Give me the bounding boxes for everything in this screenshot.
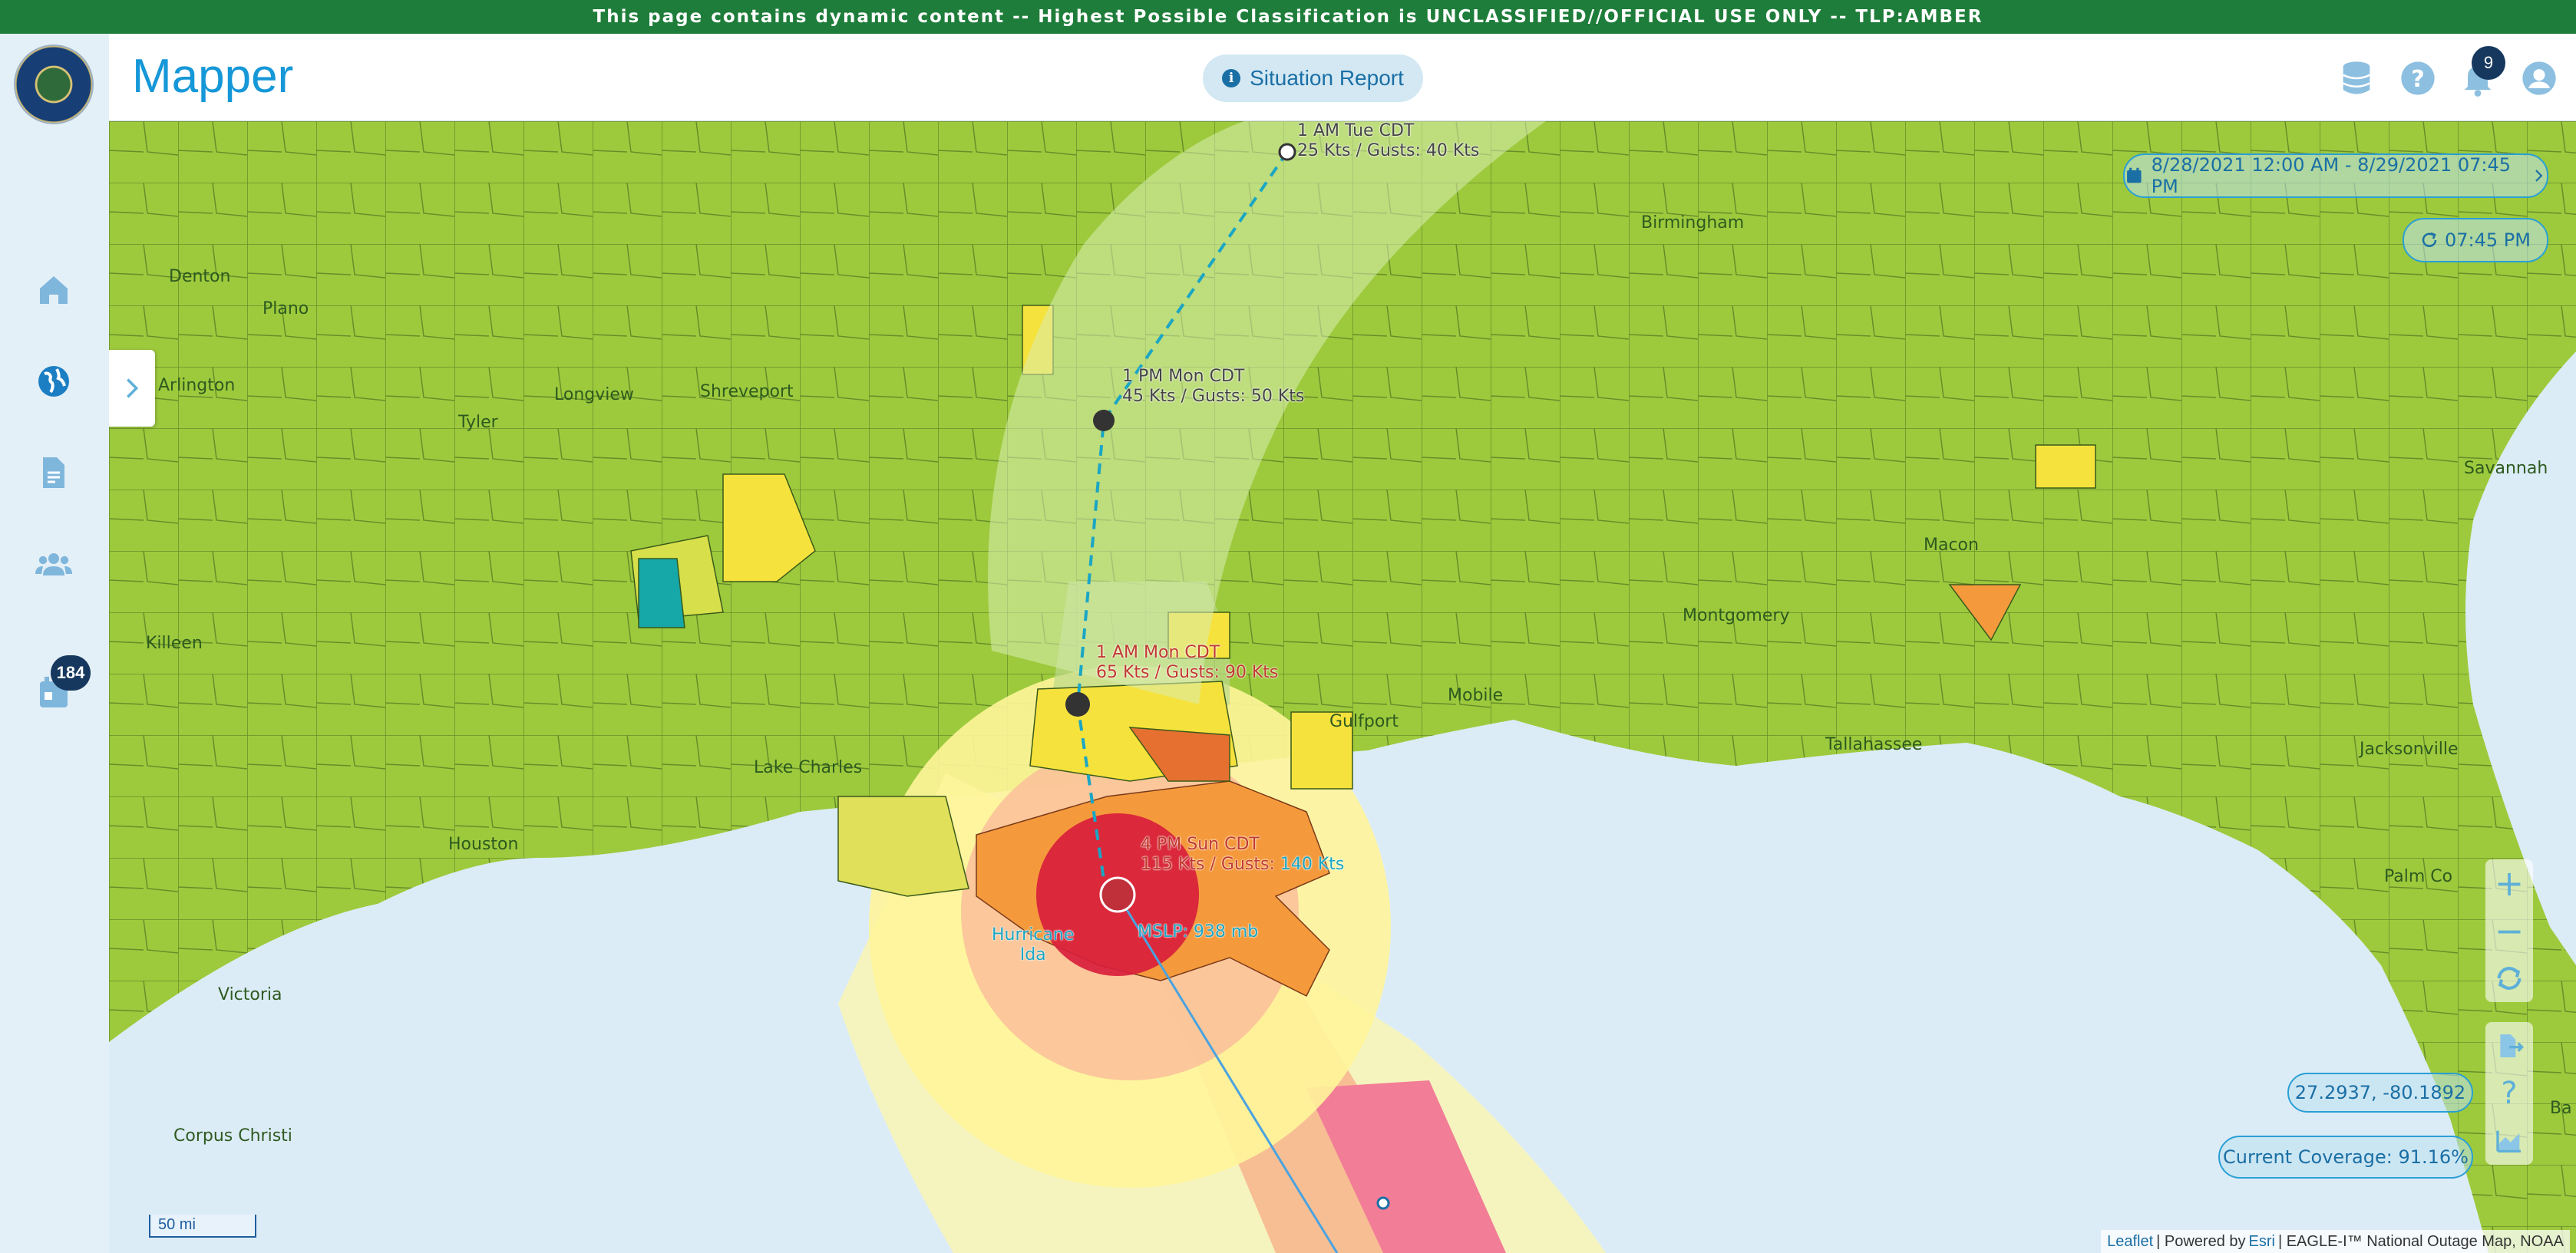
app-title: Mapper: [132, 50, 294, 103]
track-wind-part2: 140 Kts: [1280, 855, 1345, 874]
classification-banner: This page contains dynamic content -- Hi…: [0, 0, 2576, 34]
outage-yellow-cell-7: [837, 796, 969, 897]
date-range-text: 8/28/2021 12:00 AM - 8/29/2021 07:45 PM: [2151, 154, 2512, 197]
chevron-right-icon: [2535, 170, 2543, 182]
outage-teal-cell: [638, 558, 685, 628]
track-time: 1 AM Tue CDT: [1297, 121, 1415, 140]
situation-report-label: Situation Report: [1250, 66, 1404, 90]
zoom-out-button[interactable]: −: [2485, 907, 2533, 955]
info-icon: i: [1222, 69, 1241, 87]
calendar-icon: [2127, 167, 2142, 183]
place-label: Houston: [448, 835, 519, 854]
scale-label: 50 mi: [158, 1216, 196, 1233]
calendar-count-badge: 184: [51, 655, 91, 691]
refresh-time-button[interactable]: 07:45 PM: [2403, 218, 2548, 262]
place-label: Shreveport: [700, 382, 794, 401]
chart-button[interactable]: [2485, 1117, 2533, 1165]
coverage-text: Current Coverage: 91.16%: [2223, 1146, 2469, 1168]
place-label: Longview: [554, 385, 634, 404]
document-icon[interactable]: [32, 451, 75, 494]
place-label: Tallahassee: [1825, 735, 1923, 754]
leaflet-link[interactable]: Leaflet: [2107, 1233, 2153, 1251]
place-label: Mobile: [1448, 686, 1504, 705]
map-scale-bar: 50 mi: [149, 1215, 256, 1238]
classification-text: This page contains dynamic content -- Hi…: [593, 7, 1983, 27]
track-time: 1 AM Mon CDT: [1096, 643, 1220, 662]
refresh-icon: [2422, 232, 2437, 247]
area-chart-icon: [2496, 1130, 2521, 1152]
place-label: Killeen: [146, 634, 203, 653]
situation-report-button[interactable]: i Situation Report: [1203, 54, 1423, 102]
doe-seal-logo: [15, 46, 92, 123]
track-label-4: 4 PM Sun CDT 115 Kts / Gusts: 140 Kts: [1141, 835, 1344, 875]
user-account-icon[interactable]: [2519, 58, 2559, 98]
svg-text:?: ?: [2411, 66, 2425, 93]
track-wind-part1: 115 Kts / Gusts:: [1141, 855, 1275, 874]
outage-map[interactable]: Denton Plano Arlington Tyler Shreveport …: [109, 121, 2576, 1253]
place-label: Ba: [2550, 1099, 2572, 1118]
attribution-sources: | EAGLE-I™ National Outage Map, NOAA: [2277, 1232, 2564, 1250]
track-wind: 25 Kts / Gusts: 40 Kts: [1297, 141, 1480, 160]
place-label: Denton: [169, 267, 231, 286]
globe-icon[interactable]: [32, 360, 75, 403]
hurricane-name-label: Hurricane Ida: [992, 925, 1074, 965]
zoom-in-button[interactable]: +: [2485, 859, 2533, 907]
refresh-time-text: 07:45 PM: [2445, 229, 2531, 251]
track-time: 4 PM Sun CDT: [1141, 835, 1260, 854]
notification-count-badge: 9: [2472, 46, 2505, 80]
zoom-controls: + −: [2485, 859, 2533, 1002]
coordinates-text: 27.2937, -80.1892: [2294, 1082, 2466, 1103]
hurricane-name-line1: Hurricane: [992, 925, 1075, 945]
cursor-coordinates: 27.2937, -80.1892: [2287, 1073, 2473, 1113]
coverage-indicator: Current Coverage: 91.16%: [2218, 1136, 2473, 1179]
map-canvas[interactable]: [109, 121, 2576, 1253]
date-range-picker[interactable]: 8/28/2021 12:00 AM - 8/29/2021 07:45 PM: [2123, 153, 2548, 198]
people-icon[interactable]: [32, 542, 75, 585]
expand-panel-button[interactable]: [109, 350, 155, 427]
place-label: Gulfport: [1329, 712, 1399, 731]
app-header: Mapper i Situation Report ? 9: [109, 34, 2576, 121]
place-label: Arlington: [158, 376, 236, 395]
place-label: Plano: [263, 299, 309, 318]
track-marker-2: [1093, 410, 1115, 431]
track-wind: 65 Kts / Gusts: 90 Kts: [1096, 663, 1279, 682]
place-label: Macon: [1924, 536, 1979, 555]
place-label: Savannah: [2464, 459, 2548, 478]
export-button[interactable]: [2485, 1022, 2533, 1070]
map-tool-controls: ?: [2485, 1022, 2533, 1165]
place-label: Montgomery: [1683, 606, 1790, 625]
place-label: Lake Charles: [754, 758, 863, 777]
place-label: Palm Co: [2384, 867, 2453, 886]
place-label: Jacksonville: [2360, 740, 2459, 759]
track-pressure-label: MSLP: 938 mb: [1138, 922, 1259, 941]
track-label-3: 1 AM Mon CDT 65 Kts / Gusts: 90 Kts: [1096, 643, 1278, 683]
map-attribution: Leaflet | Powered by Esri | EAGLE-I™ Nat…: [2101, 1230, 2570, 1253]
powered-by-text: | Powered by: [2156, 1232, 2246, 1250]
track-marker-1: [1278, 143, 1296, 161]
track-label-2: 1 PM Mon CDT 45 Kts / Gusts: 50 Kts: [1122, 367, 1304, 407]
reset-view-button[interactable]: [2485, 955, 2533, 1002]
sidebar: 184: [0, 34, 109, 1253]
track-marker-3: [1065, 692, 1090, 717]
hurricane-name-line2: Ida: [1019, 945, 1046, 964]
home-icon[interactable]: [32, 269, 75, 312]
help-icon[interactable]: ?: [2398, 58, 2438, 98]
database-icon[interactable]: [2337, 58, 2376, 98]
chevron-right-icon: [127, 378, 139, 398]
place-label: Corpus Christi: [173, 1126, 292, 1146]
track-marker-4: [1099, 876, 1136, 913]
place-label: Tyler: [458, 413, 498, 432]
track-marker-5: [1376, 1196, 1390, 1210]
place-label: Victoria: [218, 985, 282, 1004]
map-help-button[interactable]: ?: [2485, 1070, 2533, 1117]
export-icon: [2500, 1034, 2525, 1057]
track-wind: 115 Kts / Gusts: 140 Kts: [1141, 855, 1344, 875]
outage-yellow-cell-6: [2035, 444, 2096, 489]
place-label: Birmingham: [1641, 213, 1745, 232]
reset-view-icon: [2497, 967, 2522, 990]
esri-link[interactable]: Esri: [2249, 1233, 2275, 1251]
track-label-1: 1 AM Tue CDT 25 Kts / Gusts: 40 Kts: [1297, 121, 1479, 161]
track-wind: 45 Kts / Gusts: 50 Kts: [1122, 387, 1305, 406]
track-time: 1 PM Mon CDT: [1122, 367, 1245, 386]
